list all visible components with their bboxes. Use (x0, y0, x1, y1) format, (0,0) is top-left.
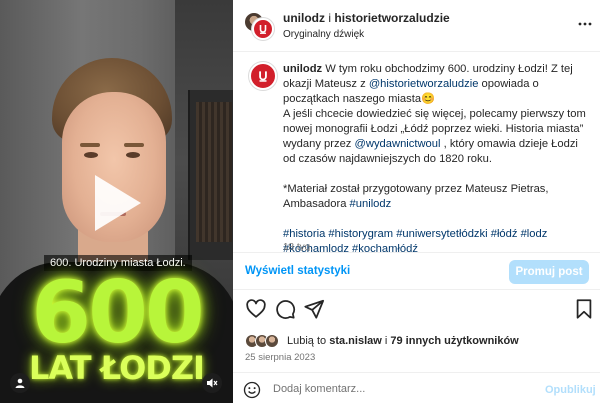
likes-prefix: Lubią to (287, 335, 327, 347)
header-account[interactable]: unilodz (283, 11, 325, 25)
post-panel: unilodz i historietworzaludzie Oryginaln… (233, 0, 600, 403)
publish-button[interactable]: Opublikuj (545, 384, 596, 396)
mention-wydawnictwoul[interactable]: @wydawnictwoul (355, 138, 441, 150)
hashtag[interactable]: #lodz (521, 228, 548, 240)
presenter-eye-right (126, 152, 140, 158)
liker-username[interactable]: sta.nislaw (329, 335, 382, 347)
comment-bar: Opublikuj (233, 372, 600, 403)
post-caption: unilodz W tym roku obchodzimy 600. urodz… (283, 62, 588, 257)
mute-icon[interactable] (202, 373, 222, 393)
presenter-brow-left (80, 143, 100, 147)
comment-input[interactable] (273, 380, 533, 398)
audio-label[interactable]: Oryginalny dźwięk (283, 29, 364, 40)
share-icon[interactable] (303, 298, 327, 322)
presenter-brow-right (124, 143, 144, 147)
stats-bar: Wyświetl statystyki Promuj post (233, 252, 600, 290)
hashtag-unilodz[interactable]: #unilodz (350, 198, 392, 210)
hashtag[interactable]: #uniwersytetłódzki (396, 228, 487, 240)
likes-others-link[interactable]: 79 innych użytkowników (390, 335, 518, 347)
unilodz-logo-icon (259, 71, 267, 82)
play-icon[interactable] (95, 175, 141, 231)
smile-emoji: 😊 (421, 93, 435, 105)
post-header: unilodz i historietworzaludzie Oryginaln… (233, 0, 600, 52)
unilodz-logo-icon[interactable] (252, 18, 274, 40)
hashtag[interactable]: #łódź (491, 228, 518, 240)
emoji-icon[interactable] (243, 381, 261, 399)
overlay-600-text: 600 (31, 263, 205, 363)
promote-post-button[interactable]: Promuj post (509, 260, 589, 284)
user-tag-icon[interactable] (10, 373, 30, 393)
caption-text-3: *Materiał został przygotowany przez Mate… (283, 183, 549, 210)
caption-avatar[interactable] (249, 62, 277, 90)
collab-avatars[interactable] (243, 11, 277, 41)
reel-video[interactable]: 600. Urodziny miasta Łodzi. 600 LAT ŁODZ… (0, 0, 233, 403)
liker-avatar[interactable] (265, 334, 279, 348)
header-accounts[interactable]: unilodz i historietworzaludzie (283, 11, 450, 25)
presenter-eye-left (84, 152, 98, 158)
mention-historietworzaludzie[interactable]: @historietworzaludzie (369, 78, 479, 90)
action-bar (233, 298, 600, 326)
header-connector: i (328, 11, 332, 25)
view-insights-link[interactable]: Wyświetl statystyki (245, 265, 350, 277)
caption-username[interactable]: unilodz (283, 63, 322, 75)
background-picture (188, 90, 233, 260)
hashtag[interactable]: #historygram (328, 228, 393, 240)
caption-age: 18 tyg. (283, 242, 314, 251)
post-date: 25 sierpnia 2023 (245, 352, 316, 363)
header-collaborator[interactable]: historietworzaludzie (334, 11, 449, 25)
bookmark-icon[interactable] (573, 298, 597, 322)
likes-middle: i (384, 335, 388, 347)
heart-icon[interactable] (245, 298, 269, 322)
overlay-lat-lodzi-text: LAT ŁODZI (29, 349, 205, 387)
more-icon[interactable] (577, 16, 593, 32)
comment-icon[interactable] (274, 298, 298, 322)
hashtag[interactable]: #historia (283, 228, 325, 240)
likes-text: Lubią to sta.nislaw i 79 innych użytkown… (287, 335, 519, 347)
likes-row: Lubią to sta.nislaw i 79 innych użytkown… (245, 332, 519, 350)
